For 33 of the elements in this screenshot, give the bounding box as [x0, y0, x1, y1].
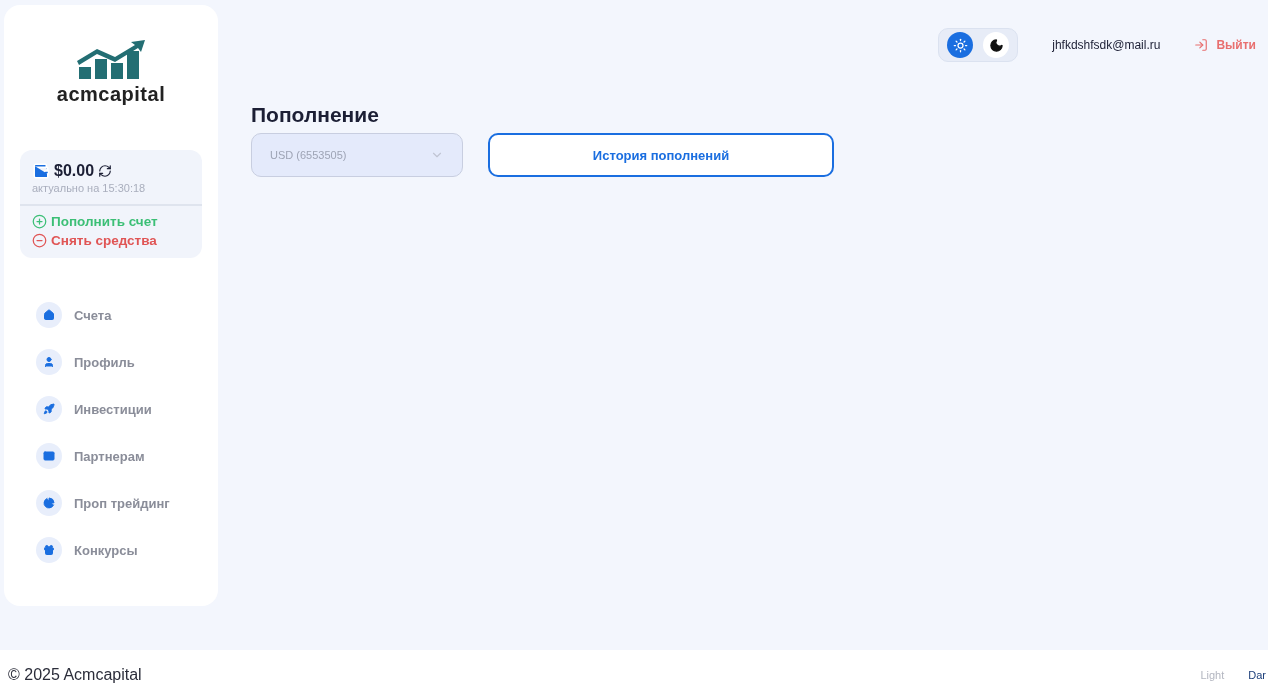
logo-icon [75, 39, 147, 81]
rocket-icon [36, 396, 62, 422]
page-title: Пополнение [251, 103, 380, 127]
nav-item[interactable]: Профиль [74, 354, 135, 370]
logo-text: acmcapital [56, 83, 166, 106]
nav-item[interactable]: Инвестиции [74, 401, 152, 417]
theme-link[interactable]: Dar [1248, 669, 1266, 681]
user-email: jhfkdshfsdk@mail.ru [1052, 38, 1161, 52]
nav-item[interactable]: Партнерам [74, 448, 145, 464]
logout-icon [1194, 38, 1209, 52]
logout-link[interactable]: Выйти [1216, 38, 1256, 52]
moon-button[interactable] [983, 32, 1010, 58]
moon-icon [988, 37, 1004, 53]
person-icon [36, 349, 62, 375]
nav-item[interactable]: Проп трейдинг [74, 495, 170, 511]
copyright: © 2025 Acmcapital [8, 666, 142, 684]
balance-updated: актуально на 15:30:18 [32, 182, 147, 194]
history-button[interactable]: История пополнений [488, 133, 834, 177]
nav-item[interactable]: Конкурсы [74, 542, 138, 558]
withdraw-link[interactable]: Снять средства [51, 233, 157, 248]
house-icon [36, 302, 62, 328]
theme-link[interactable]: Light [1200, 669, 1225, 681]
nav-item[interactable]: Счета [74, 307, 112, 323]
gift-icon [36, 537, 62, 563]
minus-icon [32, 233, 47, 248]
sun-icon [952, 37, 968, 53]
wallet-icon [32, 162, 50, 180]
balance-amount: $0.00 [54, 162, 95, 180]
plus-icon [32, 214, 47, 229]
deposit-link[interactable]: Пополнить счет [51, 214, 158, 229]
sun-button[interactable] [947, 32, 974, 58]
pie-chart-icon [36, 490, 62, 516]
refresh-icon[interactable] [98, 164, 113, 178]
